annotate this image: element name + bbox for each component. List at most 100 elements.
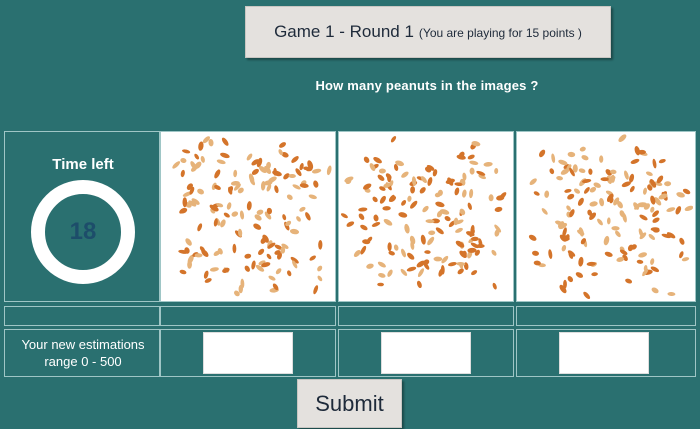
peanut-icon xyxy=(223,212,230,218)
peanut-icon xyxy=(377,282,384,287)
peanut-icon xyxy=(182,149,191,154)
peanut-icon xyxy=(634,146,641,156)
peanut-icon xyxy=(532,250,539,256)
peanut-icon xyxy=(366,263,374,269)
peanut-icon xyxy=(575,272,584,278)
peanut-icon xyxy=(409,235,416,245)
peanut-icon xyxy=(467,202,472,210)
spacer-cell xyxy=(338,306,514,326)
peanut-icon xyxy=(382,206,391,211)
peanut-icon xyxy=(556,176,563,181)
question-text: How many peanuts in the images ? xyxy=(315,78,539,93)
peanut-icon xyxy=(197,188,205,195)
spacer-cell xyxy=(4,306,160,326)
peanut-icon xyxy=(549,168,555,175)
peanut-icon xyxy=(630,158,640,164)
peanut-icon xyxy=(494,168,499,174)
peanut-icon xyxy=(652,158,657,169)
peanut-icon xyxy=(577,197,584,206)
peanut-icon xyxy=(226,202,232,210)
peanut-icon xyxy=(379,195,386,204)
peanut-icon xyxy=(272,170,282,177)
peanut-icon xyxy=(299,163,304,171)
peanut-icon xyxy=(604,251,613,257)
peanut-icon xyxy=(182,197,188,208)
peanut-icon xyxy=(638,252,647,258)
peanut-icon xyxy=(567,276,574,283)
peanut-icon xyxy=(209,267,219,272)
peanut-icon xyxy=(447,261,457,267)
peanut-icon xyxy=(454,187,460,196)
peanut-icon xyxy=(643,187,647,195)
peanut-icon xyxy=(246,201,252,211)
peanut-icon xyxy=(220,152,230,159)
peanut-icon xyxy=(444,216,451,222)
peanut-icon xyxy=(579,146,586,152)
estimation-input-3[interactable] xyxy=(559,332,649,374)
peanut-icon xyxy=(299,206,306,212)
peanut-scatter-1 xyxy=(172,136,332,297)
peanut-icon xyxy=(419,187,426,194)
submit-button[interactable]: Submit xyxy=(297,379,402,428)
peanut-icon xyxy=(410,186,416,194)
peanut-icon xyxy=(528,234,537,241)
peanut-icon xyxy=(214,169,221,179)
peanut-icon xyxy=(424,250,431,254)
peanut-icon xyxy=(529,178,537,185)
peanut-icon xyxy=(258,248,265,256)
peanut-icon xyxy=(639,214,648,221)
peanut-icon xyxy=(268,275,276,281)
peanut-icon xyxy=(599,155,604,163)
peanut-icon xyxy=(603,235,610,246)
peanut-icon xyxy=(650,195,656,205)
estimation-label-cell: Your new estimations range 0 - 500 xyxy=(4,329,160,377)
peanut-icon xyxy=(360,224,368,231)
estimation-input-1[interactable] xyxy=(203,332,293,374)
peanut-icon xyxy=(387,242,392,252)
peanut-icon xyxy=(599,197,605,207)
estimation-input-2[interactable] xyxy=(381,332,471,374)
peanut-icon xyxy=(341,213,348,219)
peanut-icon xyxy=(373,214,379,222)
game-round-banner: Game 1 - Round 1 (You are playing for 15… xyxy=(245,6,611,58)
peanut-icon xyxy=(494,206,503,212)
peanut-icon xyxy=(427,177,433,186)
peanut-icon xyxy=(393,244,399,251)
timer-ring-icon: 18 xyxy=(31,180,135,284)
peanut-icon xyxy=(377,261,386,268)
peanut-icon xyxy=(313,285,319,295)
peanut-icon xyxy=(567,193,575,200)
peanut-icon xyxy=(681,257,690,262)
peanut-icon xyxy=(455,227,463,233)
peanut-icon xyxy=(311,168,322,174)
peanut-icon xyxy=(179,269,187,275)
peanut-icon xyxy=(667,291,676,297)
peanut-icon xyxy=(467,154,475,160)
peanut-icon xyxy=(378,168,386,174)
peanut-icon xyxy=(629,185,635,193)
peanut-icon xyxy=(471,270,478,276)
peanut-icon xyxy=(194,153,200,160)
timer-value: 18 xyxy=(69,218,97,245)
peanut-icon xyxy=(679,237,685,245)
peanut-icon xyxy=(492,282,497,290)
points-subtitle: (You are playing for 15 points ) xyxy=(418,26,582,40)
peanut-icon xyxy=(371,222,381,227)
estimation-label-line1: Your new estimations xyxy=(21,337,145,352)
peanut-icon xyxy=(292,184,301,190)
peanut-icon xyxy=(583,187,590,194)
peanut-icon xyxy=(246,153,253,161)
peanut-icon xyxy=(280,246,286,254)
peanut-icon xyxy=(390,136,397,143)
peanut-icon xyxy=(589,201,598,207)
peanut-icon xyxy=(597,218,603,226)
peanut-icon xyxy=(288,173,296,179)
peanut-icon xyxy=(244,265,250,272)
peanut-icon xyxy=(591,272,598,277)
peanut-icon xyxy=(180,169,185,178)
peanut-icon xyxy=(483,161,493,167)
peanut-icon xyxy=(185,238,192,246)
peanut-icon xyxy=(406,266,417,272)
peanut-icon xyxy=(428,230,436,236)
estimation-cell-3 xyxy=(516,329,696,377)
